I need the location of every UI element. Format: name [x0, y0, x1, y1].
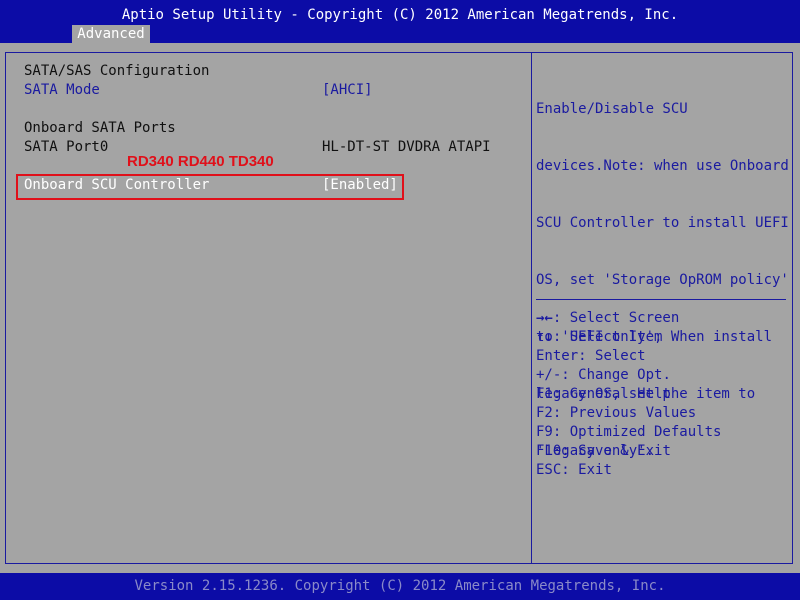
section-title: SATA/SAS Configuration [24, 63, 210, 79]
arrows-vertical-icon: ↑↓ [536, 329, 553, 345]
scu-controller-label[interactable]: Onboard SCU Controller [24, 176, 209, 195]
scu-controller-value[interactable]: [Enabled] [322, 176, 398, 195]
key-f1: F1: General Help [536, 386, 671, 402]
help-line: Enable/Disable SCU [536, 101, 688, 117]
help-line: devices.Note: when use Onboard [536, 158, 789, 174]
onboard-ports-title: Onboard SATA Ports [24, 120, 176, 136]
model-annotation: RD340 RD440 TD340 [127, 153, 274, 170]
panel-divider [531, 52, 532, 564]
sata-port0-label: SATA Port0 [24, 139, 109, 155]
app-title: Aptio Setup Utility - Copyright (C) 2012… [121, 7, 679, 23]
arrows-horizontal-icon: →← [536, 310, 553, 326]
sata-mode-value[interactable]: [AHCI] [322, 81, 373, 100]
help-line: SCU Controller to install UEFI [536, 215, 789, 231]
key-select-item: ↑↓: Select Item [536, 329, 663, 345]
help-line: OS, set 'Storage OpROM policy' [536, 272, 789, 288]
version-text: Version 2.15.1236. Copyright (C) 2012 Am… [134, 578, 666, 594]
key-f2: F2: Previous Values [536, 405, 697, 421]
key-legend: →←: Select Screen ↑↓: Select Item Enter:… [536, 309, 786, 480]
key-enter: Enter: Select [536, 348, 646, 364]
key-f9: F9: Optimized Defaults [536, 424, 722, 440]
key-change-opt: +/-: Change Opt. [536, 367, 671, 383]
key-f10: F10: Save & Exit [536, 443, 671, 459]
key-esc: ESC: Exit [536, 462, 612, 478]
key-select-screen: →←: Select Screen [536, 310, 680, 326]
sata-mode-label[interactable]: SATA Mode [24, 81, 100, 100]
tab-advanced[interactable]: Advanced [72, 25, 150, 43]
sata-port0-value: HL-DT-ST DVDRA ATAPI [322, 139, 491, 155]
